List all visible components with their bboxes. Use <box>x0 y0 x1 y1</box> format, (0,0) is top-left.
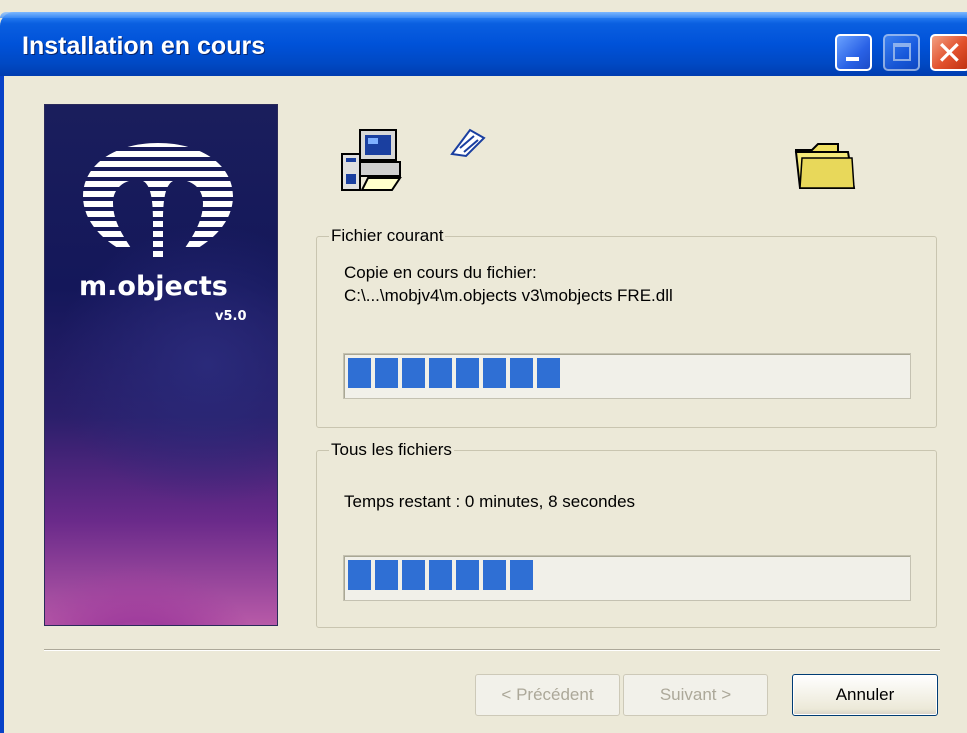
current-file-progress-bar <box>343 353 911 399</box>
progress-segment <box>456 560 479 590</box>
progress-segment <box>375 560 398 590</box>
product-name: m.objects <box>79 271 228 302</box>
cancel-button[interactable]: Annuler <box>792 674 938 716</box>
maximize-icon <box>883 34 920 71</box>
progress-segment <box>483 560 506 590</box>
mobjects-logo-icon <box>83 143 233 259</box>
computer-icon <box>341 129 402 191</box>
all-files-group-title: Tous les fichiers <box>329 440 454 460</box>
progress-segment <box>510 358 533 388</box>
progress-segment <box>348 560 371 590</box>
progress-segment <box>429 358 452 388</box>
all-files-group <box>316 450 937 628</box>
progress-segment <box>402 358 425 388</box>
progress-segment <box>483 358 506 388</box>
window-title: Installation en cours <box>22 32 266 60</box>
progress-segment <box>510 560 533 590</box>
flying-document-icon <box>450 128 486 158</box>
progress-segment <box>537 358 560 388</box>
back-button[interactable]: < Précédent <box>475 674 620 716</box>
product-banner: m.objects v5.0 <box>44 104 278 626</box>
all-files-progress-bar <box>343 555 911 601</box>
close-icon[interactable]: ✕ <box>930 34 967 72</box>
installer-window: Installation en cours ✕ m.objects v5.0 F… <box>0 0 967 733</box>
time-remaining-text: Temps restant : 0 minutes, 8 secondes <box>344 492 636 511</box>
progress-segment <box>348 358 371 388</box>
button-separator <box>44 649 940 651</box>
next-button[interactable]: Suivant > <box>623 674 768 716</box>
copy-status-text: Copie en cours du fichier: <box>344 263 537 282</box>
minimize-icon[interactable] <box>835 34 872 71</box>
product-version: v5.0 <box>215 309 247 324</box>
progress-segment <box>402 560 425 590</box>
current-file-group-title: Fichier courant <box>329 226 446 246</box>
progress-segment <box>375 358 398 388</box>
progress-segment <box>456 358 479 388</box>
current-file-path: C:\...\mobjv4\m.objects v3\mobjects FRE.… <box>344 286 673 305</box>
folder-icon <box>794 143 856 189</box>
progress-segment <box>429 560 452 590</box>
title-bar[interactable]: Installation en cours ✕ <box>0 12 967 76</box>
